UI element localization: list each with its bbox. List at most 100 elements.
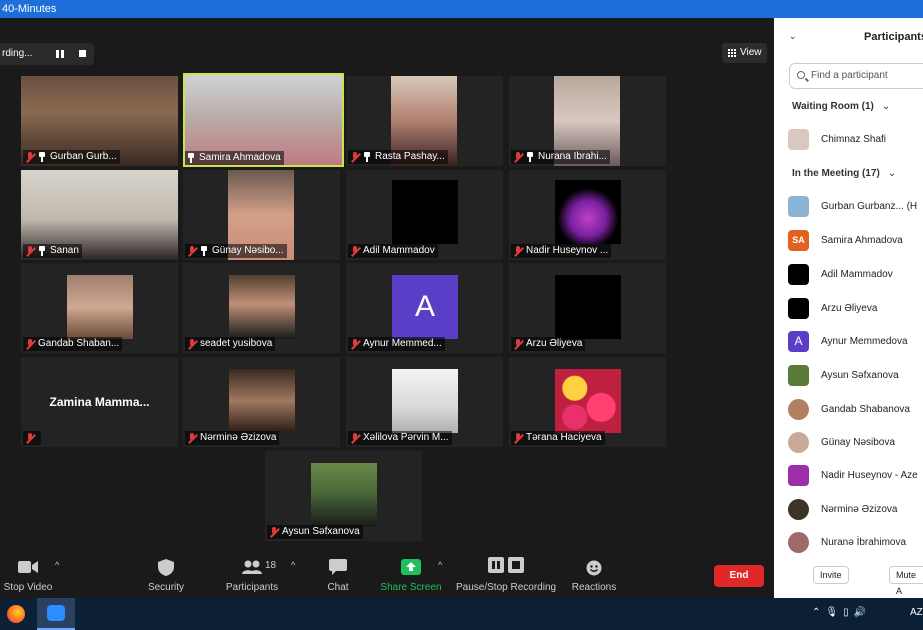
- video-tile[interactable]: Rasta Pashay...: [346, 76, 503, 166]
- participant-row[interactable]: Gurban Gurbanz... (H: [788, 196, 923, 218]
- tile-name: Gurban Gurb...: [50, 151, 117, 162]
- video-tile[interactable]: Günay Nəsibo...: [183, 170, 340, 260]
- share-screen-button[interactable]: Share Screen: [378, 546, 444, 598]
- tile-name: Aynur Memmed...: [363, 338, 442, 349]
- participant-row[interactable]: Arzu Əliyeva: [788, 298, 923, 320]
- mute-all-button[interactable]: Mute A: [889, 566, 923, 596]
- tile-name: Aysun Səfxanova: [282, 526, 360, 537]
- mic-muted-icon: [25, 245, 35, 257]
- in-meeting-label: In the Meeting: [792, 168, 860, 179]
- participant-name: Gandab Shabanova: [821, 404, 910, 415]
- participant-search-input[interactable]: Find a participant: [789, 63, 923, 89]
- video-tile[interactable]: Tərana Haciyeva: [509, 357, 666, 447]
- pause-icon: [488, 557, 504, 573]
- participants-label: Participants: [225, 582, 279, 593]
- participant-row[interactable]: Nadir Huseynov - Aze: [788, 465, 923, 487]
- tile-name: Xəlilova Pərvin M...: [363, 432, 449, 443]
- mic-muted-icon: [187, 338, 197, 350]
- participant-name: Nuranə İbrahimova: [821, 537, 907, 548]
- participant-row[interactable]: A Aynur Memmedova: [788, 331, 923, 353]
- end-meeting-button[interactable]: End: [714, 565, 764, 587]
- stop-recording-icon[interactable]: [79, 50, 86, 57]
- share-screen-icon: [401, 559, 421, 575]
- in-meeting-header[interactable]: In the Meeting (17) ⌄: [792, 168, 896, 179]
- view-button[interactable]: View: [722, 43, 767, 63]
- participant-video: [555, 275, 621, 339]
- pin-icon: [38, 246, 46, 256]
- zoom-app-taskbar-button[interactable]: [37, 598, 75, 630]
- participants-button[interactable]: 18 Participants: [222, 546, 282, 598]
- participant-row[interactable]: Nuranə İbrahimova: [788, 532, 923, 554]
- video-tile[interactable]: Gurban Gurb...: [21, 76, 178, 166]
- participant-row[interactable]: Adil Mammadov: [788, 264, 923, 286]
- recording-label: rding...: [2, 48, 33, 59]
- video-tile[interactable]: Xəlilova Pərvin M...: [346, 357, 503, 447]
- waiting-room-header[interactable]: Waiting Room (1) ⌄: [792, 101, 890, 112]
- participants-panel: ⌄ Participants Find a participant Waitin…: [774, 18, 923, 598]
- avatar: [788, 365, 809, 386]
- waiting-participant-row[interactable]: Chimnaz Shafi: [788, 129, 923, 151]
- participants-options-caret-icon[interactable]: ^: [291, 560, 295, 570]
- participant-name: Günay Nəsibova: [821, 437, 895, 448]
- tile-name: Sanan: [50, 245, 79, 256]
- tile-name-bar: Günay Nəsibo...: [185, 244, 287, 258]
- chat-button[interactable]: Chat: [318, 546, 358, 598]
- video-tile[interactable]: Gandab Shaban...: [21, 263, 178, 353]
- smiley-icon: [586, 560, 602, 576]
- share-options-caret-icon[interactable]: ^: [438, 560, 442, 570]
- participant-name: Arzu Əliyeva: [821, 303, 878, 314]
- security-button[interactable]: Security: [140, 546, 192, 598]
- participant-name: Nərminə Əzizova: [821, 504, 898, 515]
- video-tile[interactable]: Zamina Mamma...: [21, 357, 178, 447]
- pin-icon: [187, 153, 195, 163]
- pause-stop-recording-button[interactable]: Pause/Stop Recording: [456, 546, 556, 598]
- reactions-button[interactable]: Reactions: [570, 546, 618, 598]
- mic-muted-icon: [25, 432, 35, 444]
- pause-recording-icon[interactable]: [56, 50, 65, 58]
- video-tile[interactable]: Adil Mammadov: [346, 170, 503, 260]
- video-tile[interactable]: Sanan: [21, 170, 178, 260]
- mic-muted-icon: [350, 245, 360, 257]
- video-tile[interactable]: Nurana Ibrahi...: [509, 76, 666, 166]
- participant-row[interactable]: SA Samira Ahmadova: [788, 230, 923, 252]
- video-tile[interactable]: Aysun Səfxanova: [265, 451, 422, 541]
- participant-row[interactable]: Nərminə Əzizova: [788, 499, 923, 521]
- video-tile[interactable]: Arzu Əliyeva: [509, 263, 666, 353]
- tile-name-bar: [23, 431, 41, 445]
- video-tile[interactable]: A Aynur Memmed...: [346, 263, 503, 353]
- stop-video-button[interactable]: Stop Video: [0, 546, 56, 598]
- meeting-toolbar: Stop Video ^ Security 18 Participants ^ …: [0, 546, 774, 598]
- participant-name: Gurban Gurbanz... (H: [821, 201, 918, 212]
- participant-row[interactable]: Gandab Shabanova: [788, 399, 923, 421]
- video-tile-active-speaker[interactable]: Samira Ahmadova: [183, 73, 344, 167]
- invite-button[interactable]: Invite: [813, 566, 849, 584]
- participant-row[interactable]: Aysun Səfxanova: [788, 365, 923, 387]
- video-tile[interactable]: seadet yusibova: [183, 263, 340, 353]
- mic-muted-icon: [187, 245, 197, 257]
- collapse-chevron-icon[interactable]: ⌄: [789, 31, 797, 42]
- participant-name: Nadir Huseynov - Aze: [821, 470, 918, 481]
- participant-video: [392, 180, 458, 244]
- tile-name-bar: Rasta Pashay...: [348, 150, 448, 164]
- pin-icon: [363, 152, 371, 162]
- tile-name: Nadir Huseynov ...: [526, 245, 609, 256]
- avatar: [788, 196, 809, 217]
- participant-avatar-image: [229, 369, 295, 433]
- avatar: [788, 532, 809, 553]
- firefox-icon[interactable]: [7, 605, 25, 623]
- pin-icon: [526, 152, 534, 162]
- tile-name: Nərminə Əzizova: [200, 432, 277, 443]
- avatar: [788, 298, 809, 319]
- stop-icon: [508, 557, 524, 573]
- participant-row[interactable]: Günay Nəsibova: [788, 432, 923, 454]
- video-tile[interactable]: Nərminə Əzizova: [183, 357, 340, 447]
- avatar: [788, 432, 809, 453]
- view-label: View: [740, 47, 762, 58]
- reactions-label: Reactions: [571, 582, 617, 593]
- video-options-caret-icon[interactable]: ^: [55, 560, 59, 570]
- system-tray-icons[interactable]: ⌃🎙▯🔊: [812, 607, 871, 618]
- participant-name: Samira Ahmadova: [821, 235, 903, 246]
- video-tile[interactable]: Nadir Huseynov ...: [509, 170, 666, 260]
- tile-name-bar: Nadir Huseynov ...: [511, 244, 612, 258]
- language-indicator[interactable]: AZ: [910, 607, 923, 618]
